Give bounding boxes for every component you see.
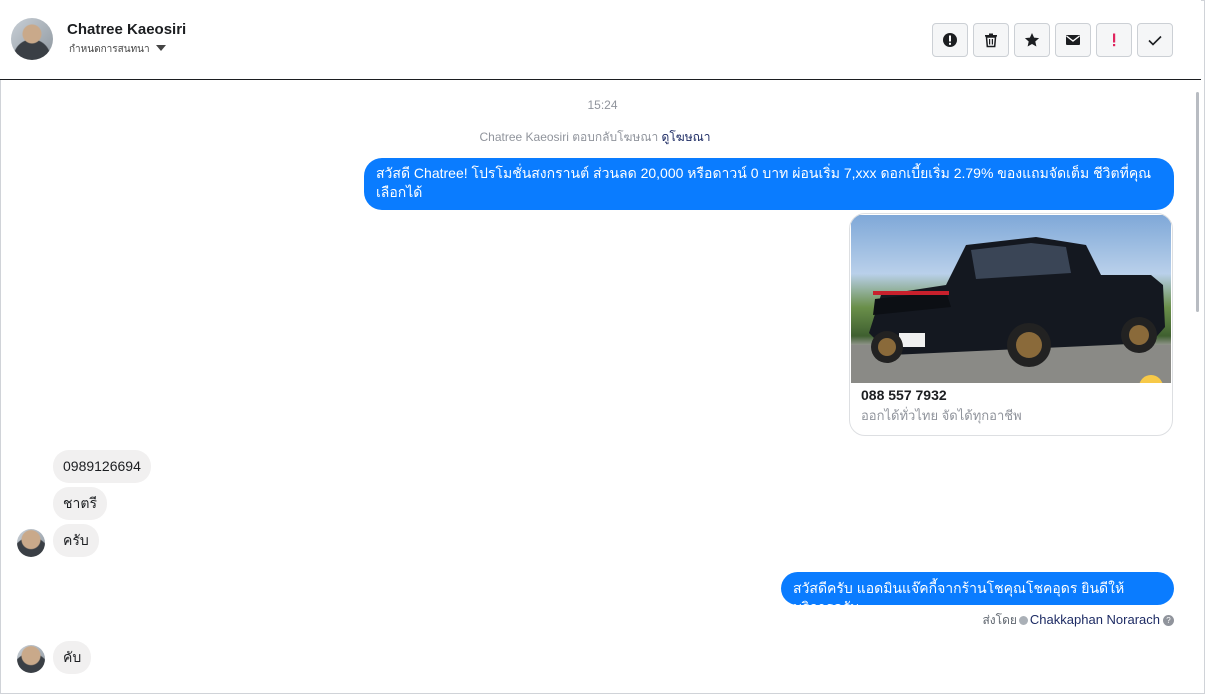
outgoing-message[interactable]: สวัสดีครับ แอดมินแจ๊คกี้จากร้านโชคุณโชคอ… [781, 572, 1174, 615]
mail-icon [1066, 35, 1080, 45]
caret-down-icon [155, 45, 166, 51]
star-icon [1024, 33, 1040, 47]
message-timestamp: 15:24 [587, 98, 618, 112]
pickup-truck-image [851, 237, 1171, 383]
mark-unread-button[interactable] [1055, 23, 1091, 57]
sender-avatar [17, 645, 45, 673]
header-actions [932, 23, 1173, 57]
check-icon [1148, 35, 1162, 46]
ad-card[interactable]: 088 557 7932 ออกได้ทั่วไทย จัดได้ทุกอาชี… [849, 213, 1173, 436]
thread-scrollbar[interactable] [1196, 92, 1199, 312]
mark-done-button[interactable] [1137, 23, 1173, 57]
delete-button[interactable] [973, 23, 1009, 57]
contact-avatar[interactable] [11, 18, 53, 60]
ad-card-image [851, 215, 1171, 383]
sender-avatar [17, 529, 45, 557]
contact-name[interactable]: Chatree Kaeosiri [67, 21, 186, 38]
exclamation-icon [1113, 33, 1116, 47]
report-button[interactable] [932, 23, 968, 57]
view-ad-link[interactable]: ดูโฆษณา [662, 130, 711, 144]
sender-name-link[interactable]: Chakkaphan Norarach [1030, 612, 1160, 627]
star-button[interactable] [1014, 23, 1050, 57]
sent-by-label: ส่งโดย [982, 613, 1017, 627]
trash-icon [985, 33, 997, 48]
help-icon[interactable]: ? [1163, 615, 1174, 626]
ad-card-subtitle: ออกได้ทั่วไทย จัดได้ทุกอาชีพ [861, 408, 1022, 423]
ad-card-title: 088 557 7932 [861, 387, 947, 403]
incoming-message[interactable]: 0989126694 [53, 450, 151, 483]
follow-up-button[interactable] [1096, 23, 1132, 57]
incoming-message[interactable]: คับ [53, 641, 92, 674]
report-icon [943, 33, 957, 47]
outgoing-message[interactable]: สวัสดี Chatree! โปรโมชั่นสงกรานต์ ส่วนลด… [364, 158, 1174, 210]
conversation-label-text: กำหนดการสนทนา [69, 44, 150, 55]
ad-reply-note: Chatree Kaeosiri ตอบกลับโฆษณา ดูโฆษณา [0, 128, 1190, 147]
incoming-message[interactable]: ครับ [53, 524, 99, 557]
conversation-label-dropdown[interactable]: กำหนดการสนทนา [69, 42, 166, 57]
incoming-message[interactable]: ชาตรี [53, 487, 107, 520]
page-icon [1018, 616, 1028, 626]
sent-by-note: ส่งโดย Chakkaphan Norarach? [982, 611, 1174, 630]
ad-reply-text: Chatree Kaeosiri ตอบกลับโฆษณา [479, 130, 659, 144]
conversation-header: Chatree Kaeosiri กำหนดการสนทนา [0, 0, 1201, 80]
